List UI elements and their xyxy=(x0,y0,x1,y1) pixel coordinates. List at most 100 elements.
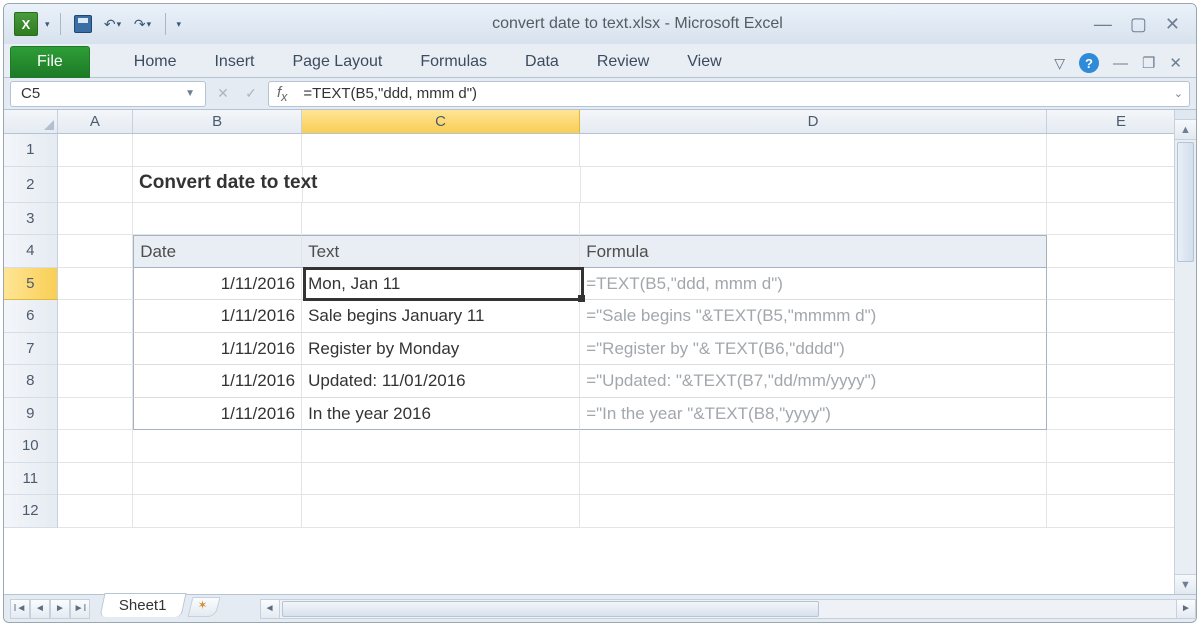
cell-B4[interactable]: Date xyxy=(133,235,302,268)
cell-C11[interactable] xyxy=(302,463,580,496)
sheet-nav-last-button[interactable]: ►I xyxy=(70,599,90,619)
cell-A5[interactable] xyxy=(58,268,134,301)
cell-A7[interactable] xyxy=(58,333,134,366)
cell-D2[interactable] xyxy=(581,167,1047,203)
row-header-3[interactable]: 3 xyxy=(4,203,58,236)
cell-A1[interactable] xyxy=(58,134,134,167)
close-button[interactable]: ✕ xyxy=(1165,14,1180,35)
row-header-2[interactable]: 2 xyxy=(4,167,58,203)
cell-B9[interactable]: 1/11/2016 xyxy=(133,398,302,431)
row-header-6[interactable]: 6 xyxy=(4,300,58,333)
name-box-caret-icon[interactable]: ▼ xyxy=(185,88,195,99)
tab-page-layout[interactable]: Page Layout xyxy=(288,47,386,77)
cell-B12[interactable] xyxy=(133,495,302,528)
cell-B7[interactable]: 1/11/2016 xyxy=(133,333,302,366)
sheet-tab-sheet1[interactable]: Sheet1 xyxy=(99,593,186,617)
cell-C1[interactable] xyxy=(302,134,580,167)
cell-C7[interactable]: Register by Monday xyxy=(302,333,580,366)
row-header-4[interactable]: 4 xyxy=(4,235,58,268)
excel-app-icon[interactable]: X xyxy=(14,12,38,36)
row-header-5[interactable]: 5 xyxy=(4,268,58,301)
row-header-11[interactable]: 11 xyxy=(4,463,58,496)
undo-button[interactable]: ↶▾ xyxy=(101,12,125,36)
scroll-thumb[interactable] xyxy=(1177,142,1194,262)
name-box[interactable]: C5 ▼ xyxy=(10,81,206,107)
row-header-1[interactable]: 1 xyxy=(4,134,58,167)
horizontal-scrollbar[interactable]: ◄ ► xyxy=(260,599,1196,619)
cell-A9[interactable] xyxy=(58,398,134,431)
cell-A4[interactable] xyxy=(58,235,134,268)
cell-A3[interactable] xyxy=(58,203,134,236)
cell-A12[interactable] xyxy=(58,495,134,528)
cell-B8[interactable]: 1/11/2016 xyxy=(133,365,302,398)
cell-D11[interactable] xyxy=(580,463,1047,496)
tab-view[interactable]: View xyxy=(683,47,725,77)
cell-D7[interactable]: ="Register by "& TEXT(B6,"dddd") xyxy=(580,333,1047,366)
tab-data[interactable]: Data xyxy=(521,47,563,77)
formula-bar[interactable]: fx =TEXT(B5,"ddd, mmm d") ⌄ xyxy=(268,81,1190,107)
tab-file[interactable]: File xyxy=(10,46,90,78)
cell-A10[interactable] xyxy=(58,430,134,463)
tab-insert[interactable]: Insert xyxy=(210,47,258,77)
formula-bar-expand-icon[interactable]: ⌄ xyxy=(1168,87,1189,100)
workbook-close-button[interactable]: ✕ xyxy=(1169,54,1182,72)
cell-D9[interactable]: ="In the year "&TEXT(B8,"yyyy") xyxy=(580,398,1047,431)
row-header-8[interactable]: 8 xyxy=(4,365,58,398)
workbook-minimize-button[interactable]: — xyxy=(1113,55,1128,72)
cell-A11[interactable] xyxy=(58,463,134,496)
row-header-9[interactable]: 9 xyxy=(4,398,58,431)
minimize-button[interactable]: — xyxy=(1094,14,1112,35)
cell-B2[interactable]: Convert date to text xyxy=(133,167,303,203)
cell-B10[interactable] xyxy=(133,430,302,463)
cell-C12[interactable] xyxy=(302,495,580,528)
sheet-nav-next-button[interactable]: ► xyxy=(50,599,70,619)
cell-C8[interactable]: Updated: 11/01/2016 xyxy=(302,365,580,398)
cell-A8[interactable] xyxy=(58,365,134,398)
save-button[interactable] xyxy=(71,12,95,36)
cell-D6[interactable]: ="Sale begins "&TEXT(B5,"mmmm d") xyxy=(580,300,1047,333)
sheet-nav-prev-button[interactable]: ◄ xyxy=(30,599,50,619)
new-sheet-button[interactable] xyxy=(187,597,220,617)
cell-C5[interactable]: Mon, Jan 11 xyxy=(302,268,580,301)
redo-button[interactable]: ↷▾ xyxy=(131,12,155,36)
cell-D5[interactable]: =TEXT(B5,"ddd, mmm d") xyxy=(580,268,1047,301)
col-header-B[interactable]: B xyxy=(133,110,302,133)
scroll-right-button[interactable]: ► xyxy=(1176,599,1196,619)
tab-home[interactable]: Home xyxy=(130,47,181,77)
cell-B11[interactable] xyxy=(133,463,302,496)
cell-C4[interactable]: Text xyxy=(302,235,580,268)
split-handle-top[interactable] xyxy=(1175,110,1196,120)
sheet-nav-first-button[interactable]: I◄ xyxy=(10,599,30,619)
cell-C3[interactable] xyxy=(302,203,580,236)
fx-icon[interactable]: fx xyxy=(277,84,287,104)
select-all-corner[interactable] xyxy=(4,110,58,133)
app-menu-caret-icon[interactable]: ▾ xyxy=(45,19,50,30)
row-header-10[interactable]: 10 xyxy=(4,430,58,463)
cell-B1[interactable] xyxy=(133,134,302,167)
cell-B3[interactable] xyxy=(133,203,302,236)
cell-C6[interactable]: Sale begins January 11 xyxy=(302,300,580,333)
cell-B6[interactable]: 1/11/2016 xyxy=(133,300,302,333)
row-header-12[interactable]: 12 xyxy=(4,495,58,528)
help-icon[interactable]: ? xyxy=(1079,53,1099,73)
cell-A2[interactable] xyxy=(58,167,133,203)
scroll-up-button[interactable]: ▲ xyxy=(1175,120,1196,140)
tab-formulas[interactable]: Formulas xyxy=(416,47,491,77)
maximize-button[interactable]: ▢ xyxy=(1130,14,1147,35)
cell-C9[interactable]: In the year 2016 xyxy=(302,398,580,431)
col-header-D[interactable]: D xyxy=(580,110,1047,133)
cell-B5[interactable]: 1/11/2016 xyxy=(133,268,302,301)
cell-D8[interactable]: ="Updated: "&TEXT(B7,"dd/mm/yyyy") xyxy=(580,365,1047,398)
ribbon-minimize-caret-icon[interactable]: ▽ xyxy=(1054,55,1065,72)
cell-D12[interactable] xyxy=(580,495,1047,528)
cell-D10[interactable] xyxy=(580,430,1047,463)
tab-review[interactable]: Review xyxy=(593,47,653,77)
workbook-restore-button[interactable]: ❐ xyxy=(1142,54,1155,72)
scroll-left-button[interactable]: ◄ xyxy=(260,599,280,619)
col-header-C[interactable]: C xyxy=(302,110,580,133)
cell-C2[interactable] xyxy=(303,167,581,203)
cell-D3[interactable] xyxy=(580,203,1047,236)
col-header-A[interactable]: A xyxy=(58,110,134,133)
cell-D4[interactable]: Formula xyxy=(580,235,1047,268)
row-header-7[interactable]: 7 xyxy=(4,333,58,366)
